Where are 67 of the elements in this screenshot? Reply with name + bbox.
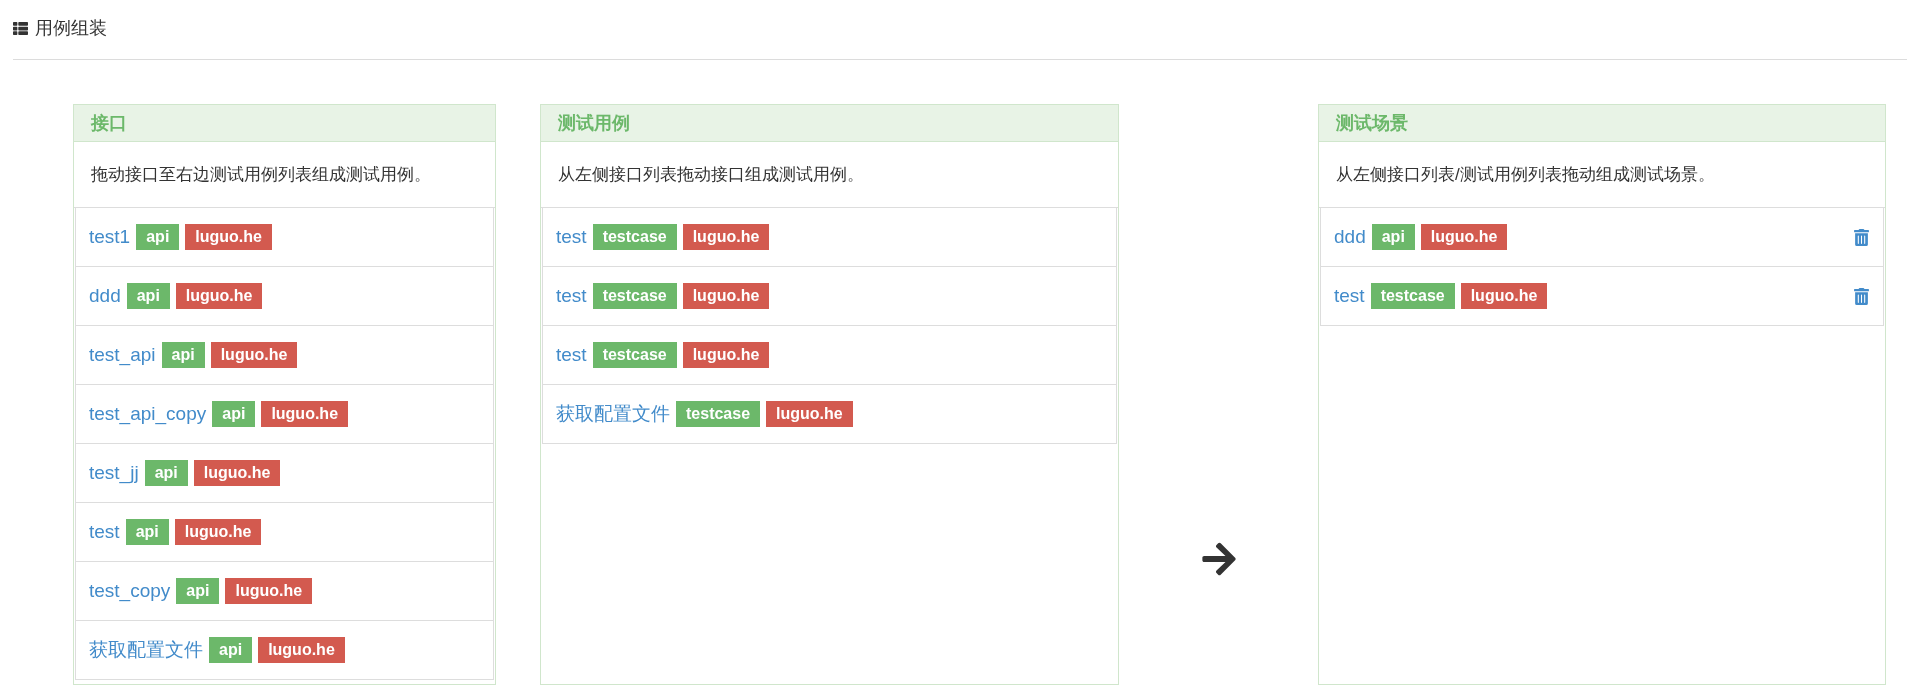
tag: api: [144, 460, 188, 486]
tag: luguo.he: [174, 519, 262, 545]
list-item[interactable]: 获取配置文件 api luguo.he: [75, 621, 494, 680]
list-item[interactable]: test_api_copy api luguo.he: [75, 385, 494, 444]
list-item[interactable]: ddd api luguo.he: [75, 267, 494, 326]
tag: luguo.he: [225, 578, 313, 604]
tag: luguo.he: [1420, 224, 1508, 250]
list-item[interactable]: test_jj api luguo.he: [75, 444, 494, 503]
list-item[interactable]: test testcase luguo.he: [1320, 267, 1884, 326]
trash-icon[interactable]: [1853, 287, 1870, 305]
tag: api: [212, 401, 256, 427]
item-link[interactable]: 获取配置文件: [556, 399, 670, 429]
list-item[interactable]: test testcase luguo.he: [542, 326, 1117, 385]
item-link[interactable]: 获取配置文件: [89, 635, 203, 665]
panel-title: 测试场景: [1336, 111, 1408, 135]
item-link[interactable]: ddd: [1334, 222, 1366, 252]
list-item[interactable]: test testcase luguo.he: [542, 267, 1117, 326]
item-link[interactable]: test_jj: [89, 458, 139, 488]
item-link[interactable]: test: [556, 281, 587, 311]
list-item[interactable]: test testcase luguo.he: [542, 208, 1117, 267]
panel-description: 从左侧接口列表拖动接口组成测试用例。: [558, 163, 864, 186]
tag: luguo.he: [258, 637, 345, 663]
tag: luguo.he: [210, 342, 298, 368]
tag: luguo.he: [682, 224, 770, 250]
tag: api: [1371, 224, 1415, 250]
list-item[interactable]: ddd api luguo.he: [1320, 208, 1884, 267]
list-icon: [13, 21, 28, 36]
tag: api: [176, 578, 220, 604]
tag: luguo.he: [682, 283, 770, 309]
list-item[interactable]: test_api api luguo.he: [75, 326, 494, 385]
item-link[interactable]: test_api_copy: [89, 399, 207, 429]
tag: api: [125, 519, 169, 545]
list-item[interactable]: test api luguo.he: [75, 503, 494, 562]
tag: api: [126, 283, 170, 309]
list-item[interactable]: test1 api luguo.he: [75, 208, 494, 267]
panel-description: 拖动接口至右边测试用例列表组成测试用例。: [91, 163, 431, 186]
tag: testcase: [592, 224, 677, 250]
tag: testcase: [1370, 283, 1455, 309]
item-link[interactable]: test1: [89, 222, 131, 252]
arrow-right-icon: [1199, 540, 1238, 578]
tag: api: [209, 637, 253, 663]
tag: luguo.he: [766, 401, 853, 427]
tag: luguo.he: [1460, 283, 1548, 309]
list-item[interactable]: test_copy api luguo.he: [75, 562, 494, 621]
item-link[interactable]: test_copy: [89, 576, 171, 606]
item-link[interactable]: test_api: [89, 340, 156, 370]
tag: luguo.he: [185, 224, 272, 250]
tag: api: [136, 224, 180, 250]
tag: luguo.he: [682, 342, 770, 368]
item-link[interactable]: test: [556, 222, 587, 252]
panel-description: 从左侧接口列表/测试用例列表拖动组成测试场景。: [1336, 163, 1715, 186]
page-title: 用例组装: [35, 17, 107, 40]
tag: api: [161, 342, 205, 368]
item-link[interactable]: test: [89, 517, 120, 547]
item-link[interactable]: test: [1334, 281, 1365, 311]
panel-title: 接口: [91, 111, 127, 135]
panel-title: 测试用例: [558, 111, 630, 135]
tag: testcase: [676, 401, 761, 427]
tag: luguo.he: [193, 460, 281, 486]
tag: testcase: [592, 342, 677, 368]
item-link[interactable]: ddd: [89, 281, 121, 311]
item-link[interactable]: test: [556, 340, 587, 370]
list-item[interactable]: 获取配置文件 testcase luguo.he: [542, 385, 1117, 444]
tag: luguo.he: [175, 283, 263, 309]
tag: luguo.he: [261, 401, 349, 427]
tag: testcase: [592, 283, 677, 309]
trash-icon[interactable]: [1853, 228, 1870, 246]
